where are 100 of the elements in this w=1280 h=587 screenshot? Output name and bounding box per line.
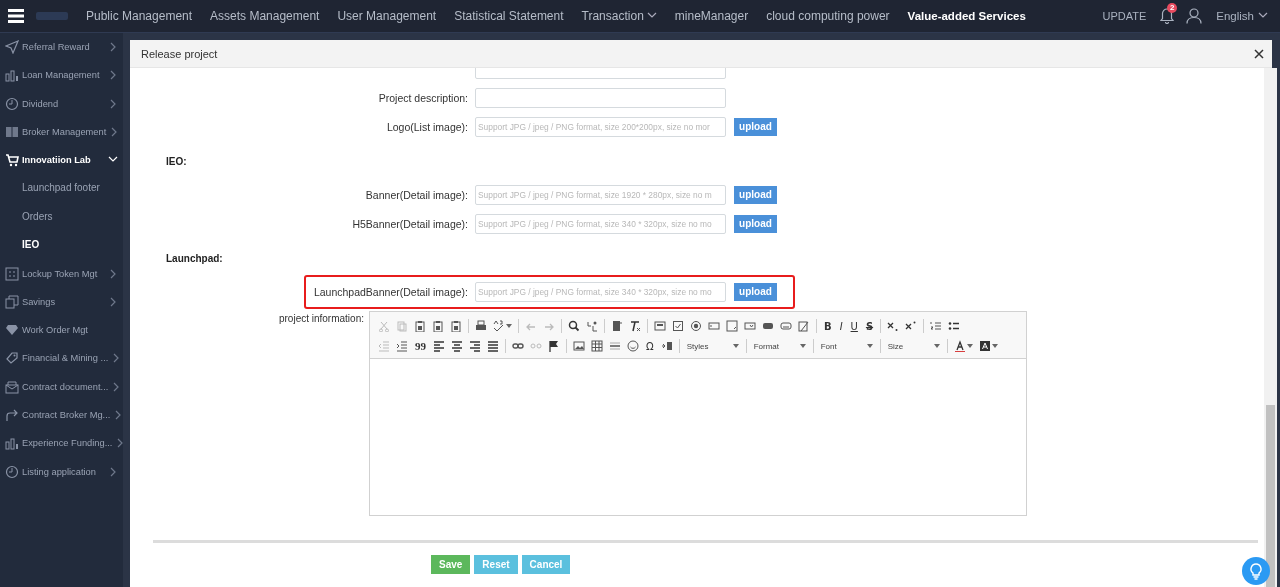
underline-button[interactable]: U xyxy=(847,318,861,334)
checkbox-icon[interactable] xyxy=(672,320,684,332)
indent-icon[interactable] xyxy=(396,340,408,352)
button-icon[interactable] xyxy=(762,320,774,332)
update-link[interactable]: UPDATE xyxy=(1102,10,1147,22)
image-button-icon[interactable] xyxy=(780,320,792,332)
caret-icon xyxy=(799,344,806,348)
table-icon[interactable] xyxy=(591,340,603,352)
sidebar-item[interactable]: Innovatiion Lab xyxy=(0,146,123,175)
sidebar-item[interactable]: Loan Management xyxy=(0,61,123,90)
bullet-list-icon[interactable] xyxy=(948,320,961,332)
background-color-icon[interactable] xyxy=(978,340,991,352)
caret-icon xyxy=(991,344,998,348)
envelope-icon xyxy=(5,379,19,394)
field-label: LaunchpadBanner(Detail image): xyxy=(313,285,468,298)
select-all-icon[interactable] xyxy=(611,320,623,332)
input-field[interactable] xyxy=(475,87,726,108)
dropdown-select[interactable]: Font xyxy=(817,341,876,351)
quote-button[interactable]: 99 xyxy=(412,338,429,354)
nav-link[interactable]: Value-added Services xyxy=(907,10,1026,22)
align-right-icon[interactable] xyxy=(469,340,481,352)
scrollbar-thumb[interactable] xyxy=(1266,405,1275,587)
align-left-icon[interactable] xyxy=(433,340,445,352)
strikethrough-button[interactable]: S xyxy=(862,318,877,334)
chevron-icon xyxy=(108,70,118,81)
input-field[interactable]: Support JPG / jpeg / PNG format, size 340 * 320px, size no mo xyxy=(475,213,726,234)
bar-chart-icon xyxy=(5,436,19,451)
sidebar-item[interactable]: Lockup Token Mgt xyxy=(0,259,123,288)
horizontal-line-icon[interactable] xyxy=(609,340,621,352)
nav-link[interactable]: cloud computing power xyxy=(766,9,890,23)
sidebar-subitem[interactable]: Launchpad footer xyxy=(0,174,123,203)
dropdown-select[interactable]: Styles xyxy=(683,341,742,351)
chevron-icon xyxy=(108,98,118,109)
spellcheck-icon[interactable] xyxy=(493,320,505,332)
search-icon[interactable] xyxy=(568,320,580,332)
link-icon[interactable] xyxy=(512,340,524,352)
chevron-icon xyxy=(108,42,118,53)
align-center-icon[interactable] xyxy=(451,340,463,352)
flag-icon[interactable] xyxy=(548,340,560,352)
section-heading: Launchpad: xyxy=(165,252,224,266)
text-field-icon[interactable] xyxy=(708,320,720,332)
sidebar-item[interactable]: Experience Funding... xyxy=(0,429,123,458)
user-icon[interactable] xyxy=(1186,8,1203,24)
logo-icon xyxy=(36,11,68,21)
clipboard-icon[interactable] xyxy=(432,320,444,332)
sidebar-item[interactable]: Work Order Mgt xyxy=(0,315,123,345)
sidebar-item[interactable]: Listing application xyxy=(0,457,123,486)
copy-icon xyxy=(5,294,19,309)
form-icon[interactable] xyxy=(654,320,666,332)
chevron-icon xyxy=(108,268,118,279)
bar-chart-icon xyxy=(5,68,19,83)
dropdown-select[interactable]: Size xyxy=(884,341,943,351)
input-field[interactable]: Support JPG / jpeg / PNG format, size 340 * 320px, size no mo xyxy=(475,281,726,302)
subscript-icon[interactable] xyxy=(887,320,900,332)
sidebar-item[interactable]: Contract Broker Mg... xyxy=(0,400,123,430)
clipboard-icon[interactable] xyxy=(414,320,426,332)
bold-button[interactable]: B xyxy=(821,318,835,334)
justify-icon[interactable] xyxy=(487,340,499,352)
image-icon[interactable] xyxy=(573,340,585,352)
sidebar-subitem[interactable]: IEO xyxy=(0,231,123,260)
grid-icon xyxy=(5,266,19,281)
tag-icon xyxy=(5,351,19,366)
smiley-icon[interactable] xyxy=(627,340,639,352)
sidebar-item[interactable]: Broker Management xyxy=(0,117,123,147)
radio-icon[interactable] xyxy=(690,320,702,332)
nav-link[interactable]: Assets Management xyxy=(210,9,320,23)
field-label: Logo(List image): xyxy=(386,120,468,133)
nav-link[interactable]: Public Management xyxy=(86,9,193,23)
textarea-icon[interactable] xyxy=(726,320,738,332)
nav-link[interactable]: Transaction xyxy=(581,9,657,23)
send-icon xyxy=(5,40,19,55)
dropdown-select[interactable]: Format xyxy=(750,341,809,351)
page-break-icon[interactable] xyxy=(660,340,673,352)
nav-link[interactable]: User Management xyxy=(337,9,437,23)
sidebar-item[interactable]: Contract document... xyxy=(0,372,123,401)
close-icon[interactable] xyxy=(1254,48,1264,59)
sidebar-item[interactable]: Savings xyxy=(0,287,123,316)
superscript-icon[interactable] xyxy=(905,320,918,332)
italic-button[interactable]: I xyxy=(836,318,846,334)
menu-icon[interactable] xyxy=(8,9,24,23)
clipboard-icon[interactable] xyxy=(450,320,462,332)
hidden-field-icon[interactable] xyxy=(798,320,810,332)
input-field[interactable]: Support JPG / jpeg / PNG format, size 200*200px, size no mor xyxy=(475,116,726,137)
select-field-icon[interactable] xyxy=(744,320,756,332)
print-icon[interactable] xyxy=(475,320,487,332)
sidebar-item[interactable]: Financial & Mining ... xyxy=(0,344,123,373)
sidebar-subitem[interactable]: Orders xyxy=(0,202,123,232)
bell-icon[interactable] xyxy=(1160,8,1175,24)
nav-link[interactable]: Statistical Statement xyxy=(454,9,564,23)
sidebar-item[interactable]: Dividend xyxy=(0,89,123,118)
scrollbar[interactable] xyxy=(1264,68,1277,587)
book-icon xyxy=(5,125,19,140)
clear-format-icon[interactable] xyxy=(629,320,641,332)
nav-link[interactable]: mineManager xyxy=(674,9,749,23)
dialog-title: Release project xyxy=(141,47,218,60)
special-character-button[interactable]: Ω xyxy=(643,338,657,354)
replace-icon[interactable] xyxy=(586,320,598,332)
text-color-icon[interactable] xyxy=(953,340,966,352)
language-selector[interactable]: English xyxy=(1216,10,1268,22)
sidebar-item[interactable]: Referral Reward xyxy=(0,33,123,62)
